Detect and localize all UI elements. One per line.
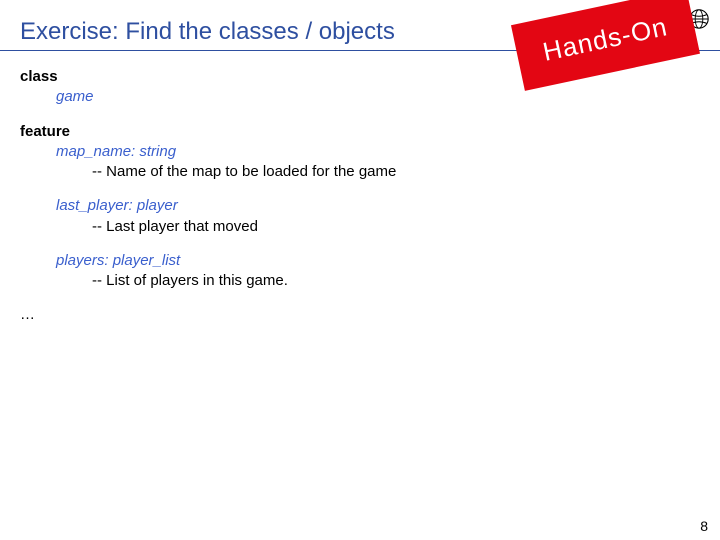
page-number: 8 <box>700 518 708 534</box>
code-block: class game feature map_name: string -- N… <box>0 61 720 326</box>
attr2-comment: -- Last player that moved <box>20 217 720 237</box>
keyword-class: class <box>20 68 58 85</box>
attr3-comment: -- List of players in this game. <box>20 271 720 291</box>
attr3-declaration: players: player_list <box>20 251 720 271</box>
attr2-declaration: last_player: player <box>20 196 720 216</box>
keyword-feature: feature <box>20 123 70 140</box>
ellipsis: … <box>20 306 35 323</box>
attr1-comment: -- Name of the map to be loaded for the … <box>20 162 720 182</box>
attr1-declaration: map_name: string <box>20 142 720 162</box>
class-name: game <box>20 87 720 107</box>
